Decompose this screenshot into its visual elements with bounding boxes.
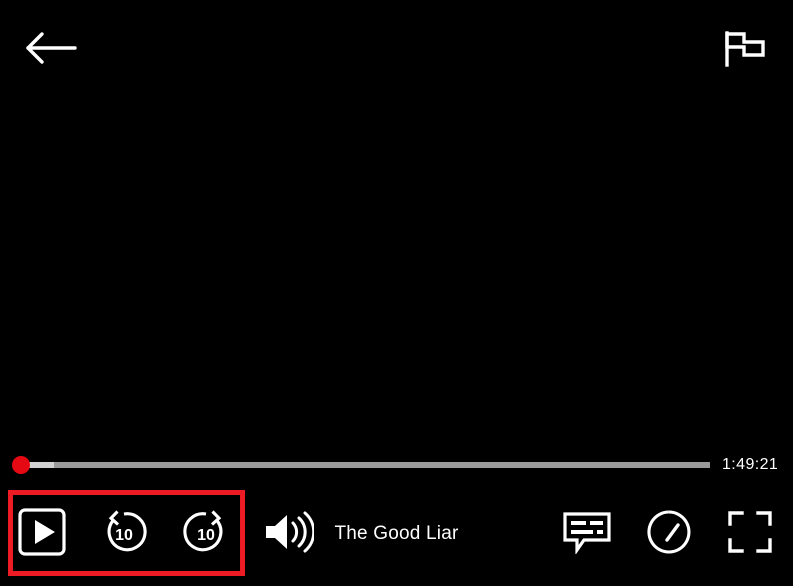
video-player: 1:49:21 10 10 The Good Liar — [0, 0, 793, 586]
video-surface[interactable] — [0, 100, 793, 440]
rewind-10-icon: 10 — [99, 507, 149, 562]
seek-track — [14, 462, 710, 468]
seek-thumb[interactable] — [12, 456, 30, 474]
fullscreen-icon — [726, 509, 774, 560]
flag-button[interactable] — [719, 26, 771, 74]
arrow-left-icon — [24, 31, 78, 70]
speedometer-icon — [646, 509, 692, 560]
subtitles-button[interactable] — [560, 508, 614, 560]
back-button[interactable] — [22, 26, 80, 74]
svg-text:10: 10 — [197, 527, 215, 544]
control-bar: 10 10 The Good Liar — [0, 492, 793, 576]
volume-button[interactable] — [260, 508, 316, 560]
playback-speed-button[interactable] — [644, 508, 694, 560]
seek-bar[interactable] — [12, 448, 710, 482]
volume-high-icon — [262, 510, 316, 559]
svg-text:10: 10 — [115, 527, 133, 544]
flag-icon — [723, 29, 767, 72]
fullscreen-button[interactable] — [724, 508, 776, 560]
forward-10-icon: 10 — [181, 507, 231, 562]
rewind-10-button[interactable]: 10 — [98, 508, 150, 560]
forward-10-button[interactable]: 10 — [180, 508, 232, 560]
play-icon — [17, 507, 67, 562]
top-bar — [0, 0, 793, 100]
play-button[interactable] — [16, 507, 68, 562]
progress-row: 1:49:21 — [0, 448, 793, 482]
remaining-time-label: 1:49:21 — [722, 456, 779, 473]
subtitles-icon — [562, 510, 612, 559]
